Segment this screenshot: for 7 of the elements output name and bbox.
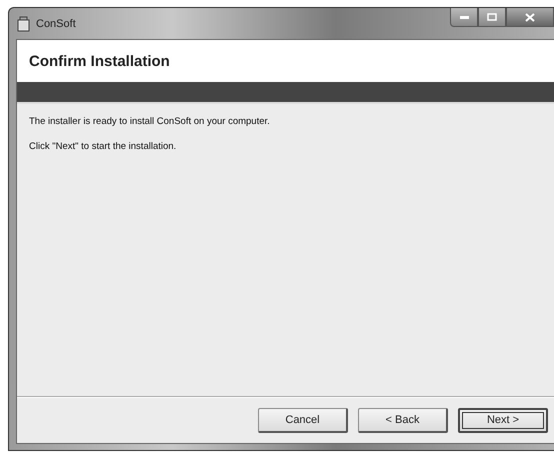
body-text: The installer is ready to install ConSoft on your computer. [29, 116, 271, 127]
body-text: Click "Next" to start the installation. [29, 141, 178, 152]
next-button[interactable]: Next > [458, 408, 548, 432]
window-title: ConSoft [36, 18, 76, 30]
page-title: Confirm Installation [29, 52, 170, 70]
cancel-button[interactable]: Cancel [258, 408, 348, 432]
back-button[interactable]: < Back [358, 408, 448, 432]
